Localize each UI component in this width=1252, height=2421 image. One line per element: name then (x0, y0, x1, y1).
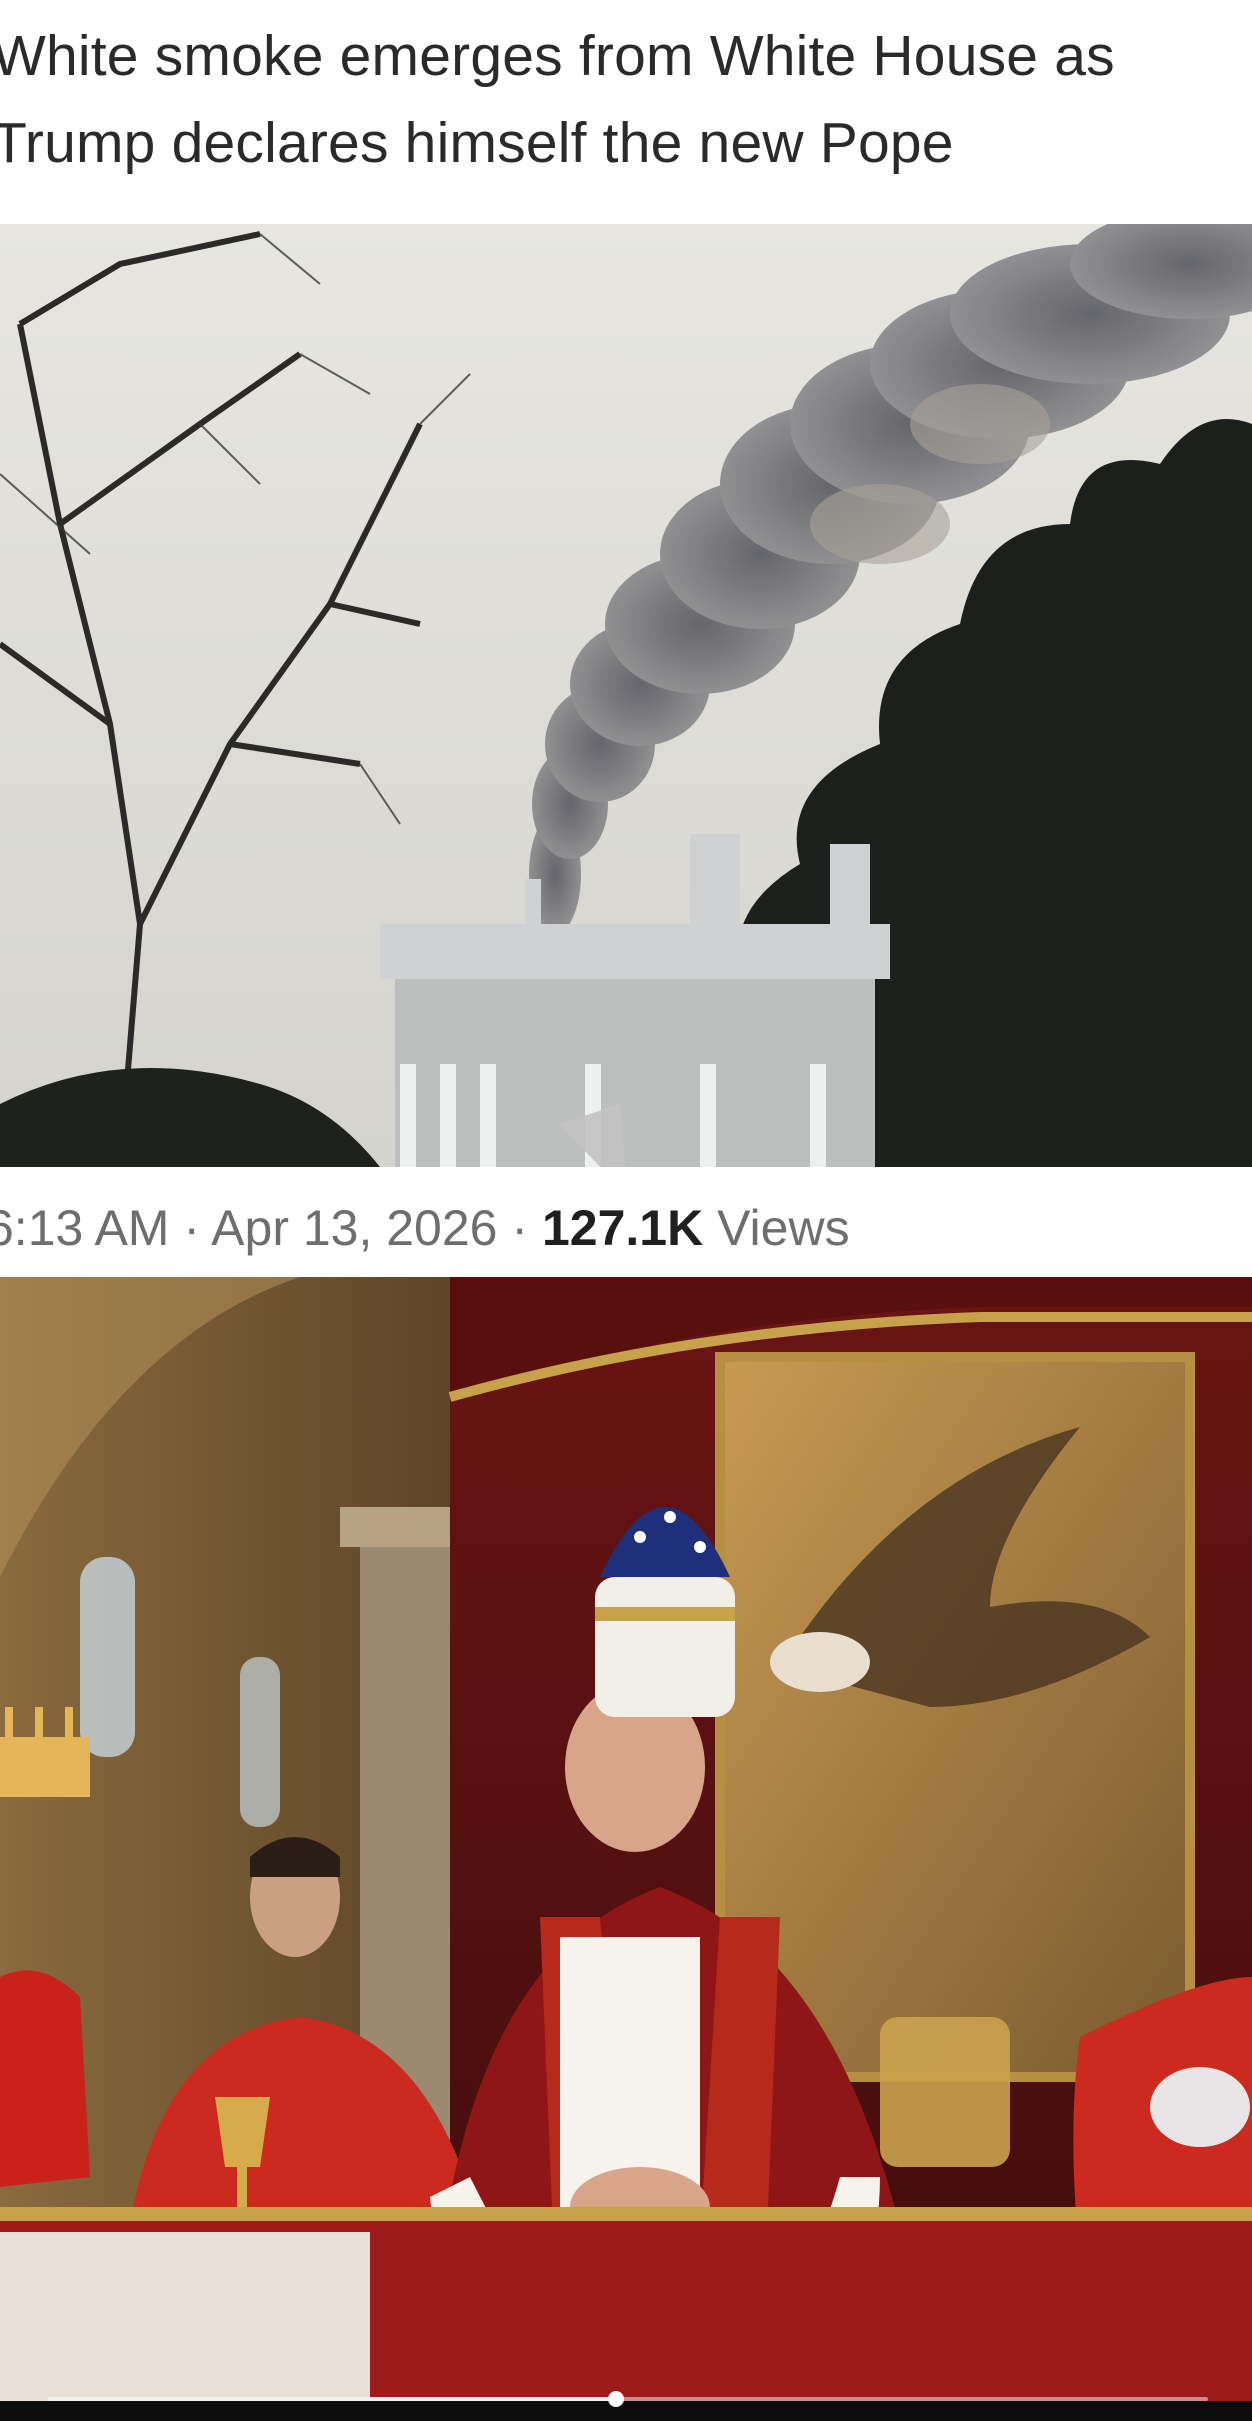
separator-dot: · (511, 1200, 529, 1256)
pope-ceremony-image (0, 1277, 1252, 2401)
pope-photo[interactable] (0, 1277, 1252, 2401)
headline-line-2: Trump declares himself the new Pope (0, 111, 954, 175)
post-headline: White smoke emerges from White House as … (0, 0, 1252, 224)
post-meta: 6:13 AM · Apr 13, 2026 · 127.1K Views (0, 1167, 1252, 1277)
white-house-smoke-image (0, 224, 1252, 1167)
post-date[interactable]: Apr 13, 2026 (211, 1200, 497, 1256)
views-count: 127.1K (541, 1200, 704, 1256)
altar-cloth (0, 2232, 370, 2401)
post-time[interactable]: 6:13 AM (0, 1200, 169, 1256)
timestamp-and-views: 6:13 AM · Apr 13, 2026 · 127.1K Views (0, 1203, 850, 1253)
mitre-crown-icon (595, 1577, 735, 1717)
video-scrub-handle[interactable] (608, 2391, 624, 2407)
separator-dot: · (183, 1200, 201, 1256)
cardinal-left-partial (0, 1970, 90, 2187)
headline-line-1: White smoke emerges from White House as (0, 24, 1115, 88)
white-house-photo[interactable] (0, 224, 1252, 1167)
video-progress-fill (48, 2397, 616, 2401)
views-label: Views (717, 1200, 850, 1256)
eagle-painting (715, 1352, 1195, 2082)
video-progress-area (0, 2401, 1252, 2421)
